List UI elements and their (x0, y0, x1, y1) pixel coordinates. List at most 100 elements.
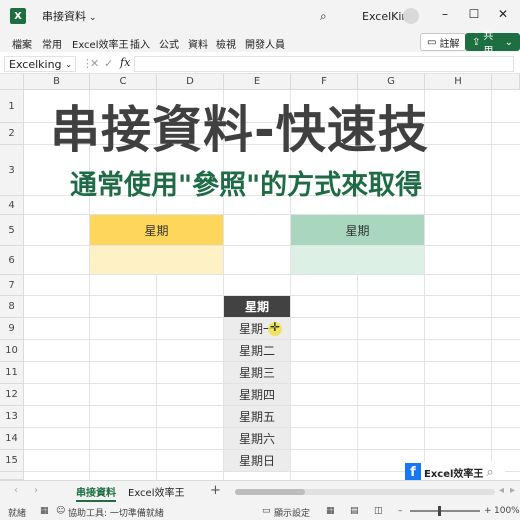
insert-function-button[interactable]: fx (120, 56, 130, 69)
brand-badge-text: Excel效率王 (424, 468, 484, 480)
excel-logo-icon: X (10, 8, 26, 24)
column-header-d[interactable]: D (157, 74, 224, 90)
ready-status: 就緒 (8, 509, 27, 519)
facebook-icon: f (405, 463, 421, 480)
comment-label: 註解 (439, 38, 460, 50)
tab-view[interactable]: 檢視 (216, 36, 236, 51)
row-header-2[interactable]: 2 (0, 123, 24, 145)
cancel-icon[interactable]: ✕ (90, 57, 99, 70)
weekday-cell[interactable]: 星期三 (224, 362, 290, 383)
yellow-header-cell[interactable]: 星期 (90, 215, 223, 245)
zoom-slider[interactable] (410, 510, 480, 512)
magnifier-icon: ⌕ (486, 464, 494, 480)
page-break-icon[interactable]: ◫ (374, 506, 383, 516)
name-box[interactable]: Excelking ⌄ (4, 56, 76, 72)
enter-icon[interactable]: ✓ (104, 57, 113, 70)
row-header-16[interactable] (0, 472, 24, 480)
weekday-header-cell[interactable]: 星期 (224, 296, 290, 317)
weekday-cell[interactable]: 星期五 (224, 406, 290, 427)
column-header-b[interactable]: B (24, 74, 90, 90)
cursor-cross-icon: ✛ (270, 320, 281, 334)
row-header-11[interactable]: 11 (0, 362, 24, 384)
column-header-g[interactable]: G (358, 74, 425, 90)
row-header-12[interactable]: 12 (0, 384, 24, 406)
green-header-cell[interactable]: 星期 (291, 215, 424, 245)
document-title-label: 串接資料 (42, 10, 86, 23)
weekday-cell[interactable]: 星期六 (224, 428, 290, 449)
status-bar: 就緒 ▦ ☺ 協助工具: 一切準備就緒 ▭ 顯示設定 ▦ ▤ ◫ – + 100… (0, 502, 520, 520)
column-header-e[interactable]: E (224, 74, 291, 90)
display-settings-icon: ▭ (262, 506, 271, 516)
document-title[interactable]: 串接資料 ⌄ (42, 8, 97, 24)
tab-developer[interactable]: 開發人員 (245, 36, 285, 51)
weekday-cell[interactable]: 星期四 (224, 384, 290, 405)
row-header-5[interactable]: 5 (0, 215, 24, 246)
minimize-icon[interactable]: – (436, 7, 454, 21)
close-icon[interactable]: ✕ (494, 7, 512, 21)
maximize-icon[interactable]: ☐ (465, 7, 483, 21)
share-label: 共用 (483, 31, 494, 57)
zoom-out-icon[interactable]: – (398, 506, 403, 516)
yellow-input-cell[interactable] (90, 246, 223, 274)
accessibility-icon: ☺ (56, 506, 66, 516)
comment-button[interactable]: ▭ 註解 (420, 33, 467, 51)
scroll-right-icon[interactable]: › (34, 485, 38, 496)
scroll-left-icon[interactable]: ‹ (14, 485, 18, 496)
tab-data[interactable]: 資料 (188, 36, 208, 51)
title-bar: X 串接資料 ⌄ ⌕ ExcelKing – ☐ ✕ (0, 0, 520, 32)
row-header-8[interactable]: 8 (0, 296, 24, 318)
scrollbar-thumb[interactable] (235, 489, 305, 495)
search-icon[interactable]: ⌕ (320, 9, 327, 24)
avatar[interactable] (403, 8, 419, 24)
zoom-slider-knob[interactable] (438, 506, 441, 516)
row-header-7[interactable]: 7 (0, 275, 24, 296)
zoom-in-icon[interactable]: + (484, 506, 492, 516)
add-sheet-icon[interactable]: + (210, 483, 221, 498)
share-button[interactable]: ⇪ 共用 ⌄ (465, 31, 520, 57)
tab-home[interactable]: 常用 (42, 36, 62, 51)
brand-badge: f Excel效率王 ⌕ (405, 462, 505, 480)
row-header-14[interactable]: 14 (0, 428, 24, 450)
zoom-level[interactable]: 100% (494, 506, 520, 516)
row-header-6[interactable]: 6 (0, 246, 24, 275)
share-icon: ⇪ (472, 36, 481, 48)
column-header-blank[interactable] (492, 74, 520, 90)
page-layout-icon[interactable]: ▤ (350, 506, 359, 516)
row-header-15[interactable]: 15 (0, 450, 24, 472)
column-header-f[interactable]: F (291, 74, 358, 90)
row-header-9[interactable]: 9 (0, 318, 24, 340)
chevron-down-icon: ⌄ (65, 59, 72, 69)
tab-insert[interactable]: 插入 (130, 36, 150, 51)
column-header-h[interactable]: H (425, 74, 492, 90)
macro-icon[interactable]: ▦ (40, 506, 49, 516)
tab-file[interactable]: 檔案 (12, 36, 32, 51)
ribbon-tabs: 檔案 常用 Excel效率王 插入 公式 資料 檢視 開發人員 ▭ 註解 ⇪ 共用 ⌄ (0, 31, 520, 57)
accessibility-status[interactable]: 協助工具: 一切準備就緒 (68, 506, 164, 519)
select-all-corner[interactable] (0, 74, 24, 90)
weekday-cell[interactable]: 星期日 (224, 450, 290, 471)
normal-view-icon[interactable]: ▦ (326, 506, 335, 516)
sheet-tab-active[interactable]: 串接資料 (76, 484, 116, 502)
green-input-cell[interactable] (291, 246, 424, 274)
tab-formulas[interactable]: 公式 (159, 36, 179, 51)
row-header-10[interactable]: 10 (0, 340, 24, 362)
row-header-1[interactable]: 1 (0, 90, 24, 123)
formula-input[interactable] (134, 56, 514, 72)
sheet-tab[interactable]: Excel效率王 (128, 484, 185, 499)
formula-bar: Excelking ⌄ ⋮ ✕ ✓ fx (0, 54, 520, 74)
row-header-4[interactable]: 4 (0, 196, 24, 215)
sheet-title[interactable]: 串接資料-快速技 (50, 100, 480, 160)
horizontal-scrollbar[interactable] (235, 489, 495, 495)
name-box-value: Excelking (9, 57, 62, 71)
row-header-3[interactable]: 3 (0, 145, 24, 196)
tab-excel-king[interactable]: Excel效率王 (72, 36, 129, 51)
scroll-left-icon[interactable]: ◂ (499, 485, 504, 496)
sheet-subtitle[interactable]: 通常使用"參照"的方式來取得 (70, 169, 460, 203)
chevron-down-icon: ⌄ (504, 36, 513, 48)
row-header-13[interactable]: 13 (0, 406, 24, 428)
weekday-cell[interactable]: 星期二 (224, 340, 290, 361)
scroll-right-icon[interactable]: ▸ (510, 485, 515, 496)
display-settings[interactable]: 顯示設定 (274, 506, 310, 519)
spreadsheet-grid[interactable]: B C D E F G H 1 2 3 4 5 6 7 8 9 10 11 12… (0, 74, 520, 480)
column-header-c[interactable]: C (90, 74, 157, 90)
